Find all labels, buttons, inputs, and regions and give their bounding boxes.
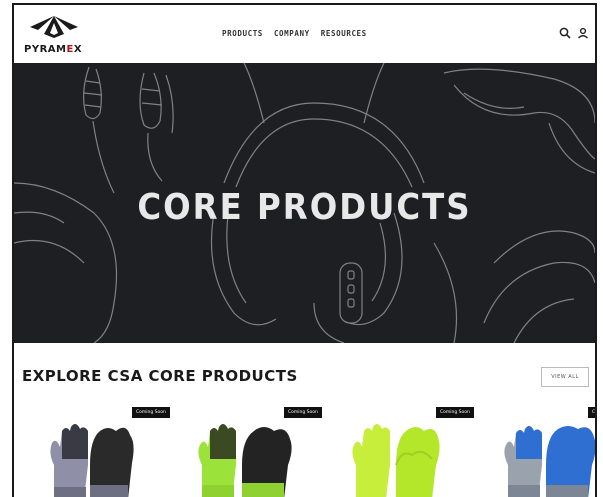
product-card[interactable]: Coming Soon (480, 405, 595, 497)
brand-wordmark: PYRAMEX (24, 44, 83, 55)
status-badge: Coming Soon (284, 407, 322, 418)
user-icon[interactable] (576, 25, 590, 39)
pyramid-logo-icon (30, 16, 78, 38)
main-nav: PRODUCTS COMPANY RESOURCES (222, 29, 367, 38)
section-title: EXPLORE CSA CORE PRODUCTS (22, 367, 298, 385)
glove-image-icon (50, 424, 134, 497)
search-icon[interactable] (558, 25, 572, 39)
glove-image-icon (198, 424, 292, 497)
product-card[interactable]: Coming Soon (24, 405, 170, 497)
status-badge: Coming Soon (588, 407, 595, 418)
nav-item-resources[interactable]: RESOURCES (321, 29, 367, 38)
page-frame: PYRAMEX PRODUCTS COMPANY RESOURCES CORE … (12, 3, 597, 497)
hero-title: CORE PRODUCTS (137, 187, 472, 228)
product-card[interactable]: Coming Soon (176, 405, 322, 497)
status-badge: Coming Soon (132, 407, 170, 418)
nav-item-company[interactable]: COMPANY (274, 29, 310, 38)
product-card[interactable]: Coming Soon (328, 405, 474, 497)
glove-image-icon (504, 426, 595, 497)
hero-banner: CORE PRODUCTS (14, 63, 595, 343)
site-header: PYRAMEX PRODUCTS COMPANY RESOURCES (14, 5, 595, 63)
brand-logo[interactable]: PYRAMEX (24, 14, 90, 58)
glove-image-icon (352, 424, 440, 497)
view-all-button[interactable]: VIEW ALL (541, 367, 589, 387)
status-badge: Coming Soon (436, 407, 474, 418)
nav-item-products[interactable]: PRODUCTS (222, 29, 263, 38)
